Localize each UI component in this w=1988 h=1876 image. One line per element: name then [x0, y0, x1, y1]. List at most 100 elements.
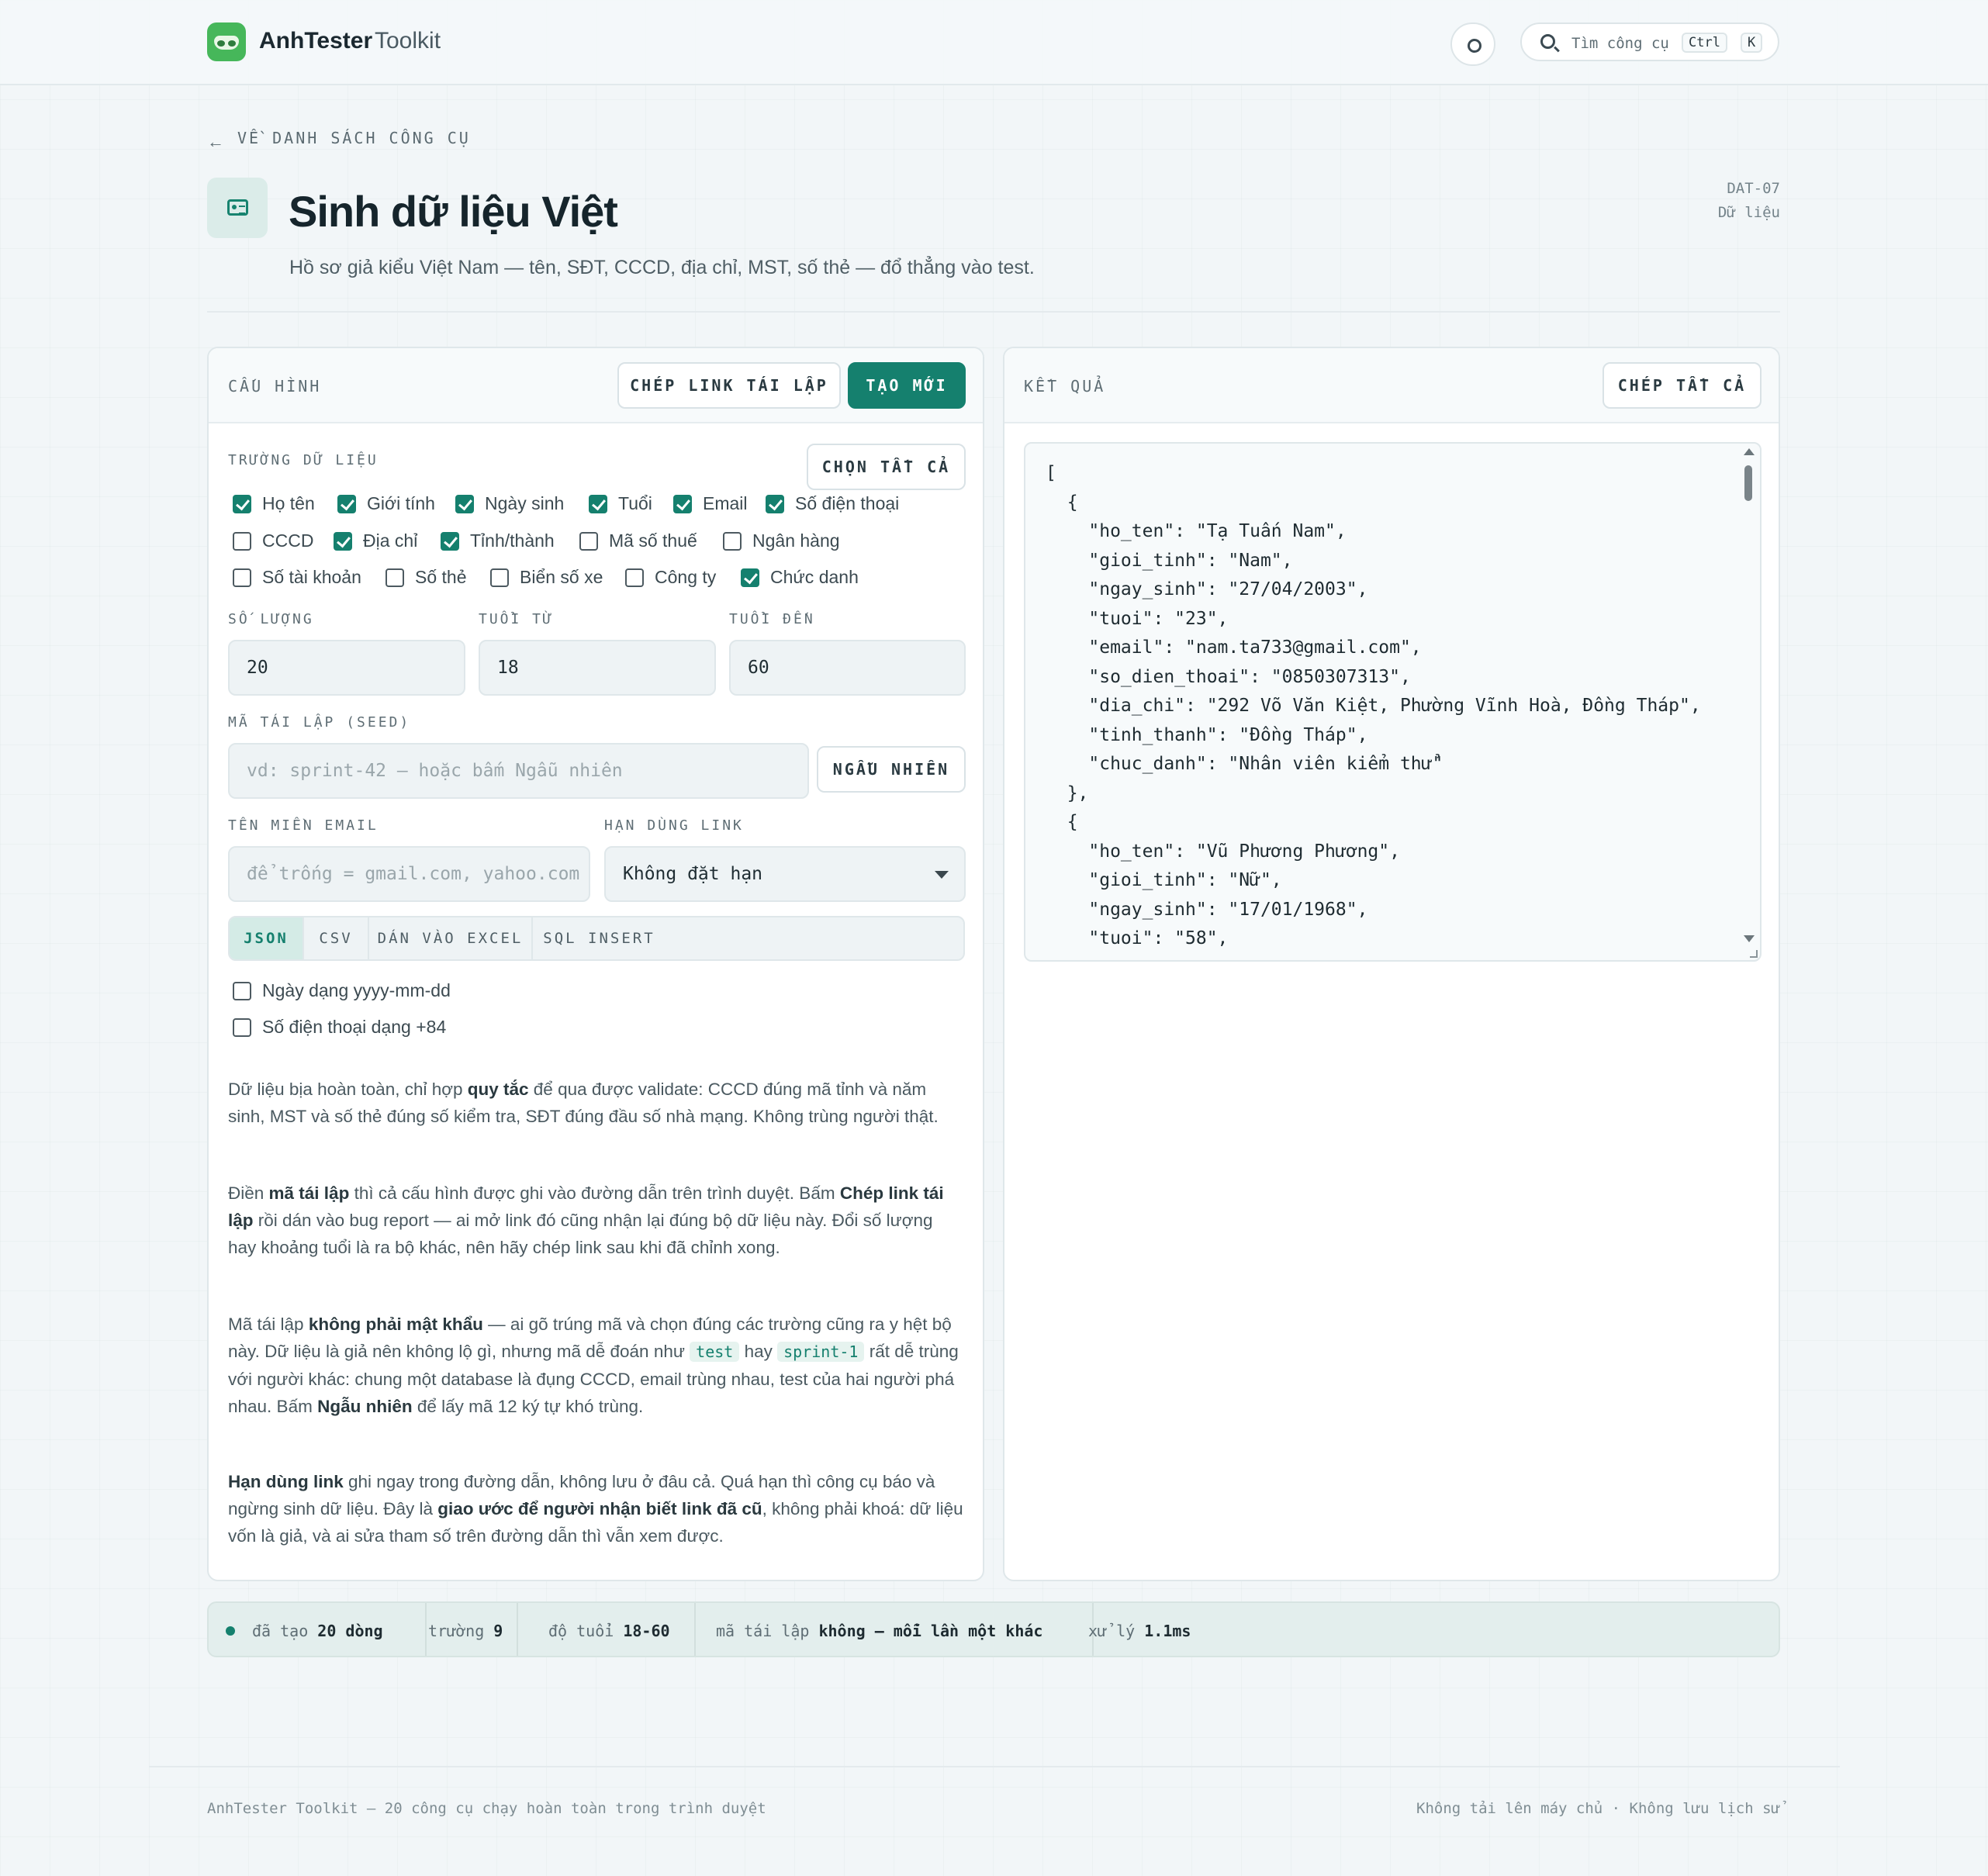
config-panel-header: CẤU HÌNH CHÉP LINK TÁI LẬP TẠO MỚI — [209, 348, 983, 423]
scroll-down-icon[interactable] — [1744, 935, 1755, 942]
brand-sub[interactable]: Toolkit — [375, 28, 441, 54]
search-icon — [1540, 34, 1555, 49]
checkbox[interactable] — [579, 531, 598, 551]
checkbox-label: Ngày dạng yyyy-mm-dd — [262, 980, 451, 1000]
help-text: hay — [739, 1342, 778, 1361]
status-age: độ tuổi 18-60 — [548, 1622, 670, 1640]
resize-handle-icon[interactable] — [1750, 950, 1758, 958]
checkbox[interactable] — [766, 494, 784, 513]
field-checkbox-dia-chi[interactable]: Địa chỉ — [334, 530, 417, 551]
copy-link-button[interactable]: CHÉP LINK TÁI LẬP — [617, 362, 841, 409]
field-checkbox-bien-so-xe[interactable]: Biển số xe — [490, 567, 603, 588]
sun-icon — [1468, 39, 1481, 53]
help-strong: Hạn dùng link — [228, 1472, 344, 1491]
help-text: thì cả cấu hình được ghi vào đường dẫn t… — [349, 1183, 840, 1203]
checkbox[interactable] — [589, 494, 607, 513]
tab-json[interactable]: JSON — [230, 917, 304, 959]
checkbox-label: Số điện thoại — [795, 493, 900, 513]
tab-csv[interactable]: CSV — [304, 917, 369, 959]
field-checkbox-ho-ten[interactable]: Họ tên — [233, 493, 315, 514]
field-checkbox-tinh-thanh[interactable]: Tỉnh/thành — [441, 530, 555, 551]
age-from-input[interactable]: 18 — [479, 640, 716, 696]
checkbox[interactable] — [625, 568, 644, 587]
brand-name[interactable]: AnhTester — [259, 28, 372, 54]
status-label: trường — [428, 1622, 485, 1640]
scroll-up-icon[interactable] — [1744, 448, 1755, 455]
generate-button[interactable]: TẠO MỚI — [848, 362, 966, 409]
scrollbar[interactable] — [1743, 448, 1755, 957]
checkbox[interactable] — [337, 494, 356, 513]
field-checkbox-cccd[interactable]: CCCD — [233, 530, 313, 551]
field-checkbox-cong-ty[interactable]: Công ty — [625, 567, 716, 588]
seed-input[interactable]: vd: sprint-42 — hoặc bấm Ngẫu nhiên — [228, 743, 809, 799]
back-link[interactable]: VỀ DANH SÁCH CÔNG CỤ — [237, 129, 471, 147]
help-text: Điền — [228, 1183, 269, 1203]
checkbox[interactable] — [455, 494, 474, 513]
checkbox[interactable] — [233, 1017, 251, 1037]
checkbox-label: CCCD — [262, 530, 314, 551]
field-checkbox-email[interactable]: Email — [673, 493, 748, 514]
option-phone-format[interactable]: Số điện thoại dạng +84 — [233, 1017, 446, 1038]
copy-all-button[interactable]: CHÉP TẤT CẢ — [1603, 362, 1762, 409]
config-title: CẤU HÌNH — [228, 377, 322, 396]
page-title: Sinh dữ liệu Việt — [289, 187, 618, 236]
status-dot — [226, 1626, 235, 1636]
checkbox[interactable] — [385, 568, 404, 587]
checkbox-label: Giới tính — [367, 493, 435, 513]
checkbox[interactable] — [490, 568, 509, 587]
option-date-format[interactable]: Ngày dạng yyyy-mm-dd — [233, 980, 451, 1001]
checkbox-label: Tỉnh/thành — [470, 530, 555, 551]
logo-eye — [228, 40, 236, 47]
checkbox[interactable] — [741, 568, 759, 587]
checkbox[interactable] — [233, 981, 251, 1000]
help-strong: giao ước để người nhận biết link đã cũ — [437, 1499, 762, 1518]
field-checkbox-ngay-sinh[interactable]: Ngày sinh — [455, 493, 564, 514]
field-checkbox-so-dien-thoai[interactable]: Số điện thoại — [766, 493, 899, 514]
tab-sql-insert[interactable]: SQL INSERT — [533, 917, 666, 959]
field-checkbox-gioi-tinh[interactable]: Giới tính — [337, 493, 435, 514]
field-checkbox-chuc-danh[interactable]: Chức danh — [741, 567, 859, 588]
status-divider — [694, 1603, 696, 1656]
field-checkbox-so-the[interactable]: Số thẻ — [385, 567, 467, 588]
tab-excel[interactable]: DÁN VÀO EXCEL — [369, 917, 533, 959]
field-checkbox-so-tai-khoan[interactable]: Số tài khoản — [233, 567, 361, 588]
status-label: độ tuổi — [548, 1622, 614, 1640]
email-domain-input[interactable]: để trống = gmail.com, yahoo.com — [228, 846, 590, 902]
checkbox[interactable] — [334, 531, 352, 551]
checkbox[interactable] — [441, 531, 459, 551]
age-from-label: TUỔI TỪ — [479, 611, 554, 627]
status-value: 9 — [493, 1622, 503, 1640]
field-checkbox-ma-so-thue[interactable]: Mã số thuế — [579, 530, 697, 551]
checkbox-label: Ngày sinh — [485, 493, 565, 513]
select-all-button[interactable]: CHỌN TẤT CẢ — [807, 444, 966, 490]
page-subtitle: Hồ sơ giả kiểu Việt Nam — tên, SĐT, CCCD… — [289, 257, 1035, 278]
checkbox[interactable] — [233, 568, 251, 587]
checkbox[interactable] — [723, 531, 742, 551]
theme-toggle-button[interactable] — [1450, 22, 1495, 66]
scroll-thumb[interactable] — [1744, 465, 1752, 501]
field-checkbox-ngan-hang[interactable]: Ngân hàng — [723, 530, 840, 551]
age-to-input[interactable]: 60 — [729, 640, 966, 696]
help-strong: không phải mật khẩu — [308, 1315, 483, 1334]
link-expiry-select[interactable]: Không đặt hạn — [604, 846, 966, 902]
random-seed-button[interactable]: NGẪU NHIÊN — [817, 746, 966, 793]
footer-left: AnhTester Toolkit — 20 công cụ chạy hoàn… — [207, 1800, 766, 1817]
help-strong: mã tái lập — [268, 1183, 350, 1203]
logo-icon[interactable] — [207, 22, 246, 61]
footer-divider — [149, 1766, 1840, 1767]
checkbox[interactable] — [233, 531, 251, 551]
checkbox-label: Địa chỉ — [363, 530, 418, 551]
result-output[interactable]: [ { "ho_ten": "Tạ Tuấn Nam", "gioi_tinh"… — [1024, 442, 1762, 962]
search-box[interactable]: Tìm công cụ Ctrl K — [1520, 22, 1779, 61]
checkbox-label: Tuổi — [618, 493, 652, 513]
checkbox[interactable] — [673, 494, 692, 513]
help-strong: Ngẫu nhiên — [317, 1397, 413, 1416]
field-checkbox-tuoi[interactable]: Tuổi — [589, 493, 652, 514]
arrow-left-icon[interactable]: ← — [207, 132, 224, 152]
checkbox-label: Email — [703, 493, 748, 513]
logo-eye — [217, 40, 225, 47]
logo-face — [214, 36, 239, 50]
count-input[interactable]: 20 — [228, 640, 465, 696]
footer-right: Không tải lên máy chủ · Không lưu lịch s… — [1416, 1800, 1780, 1817]
checkbox[interactable] — [233, 494, 251, 513]
